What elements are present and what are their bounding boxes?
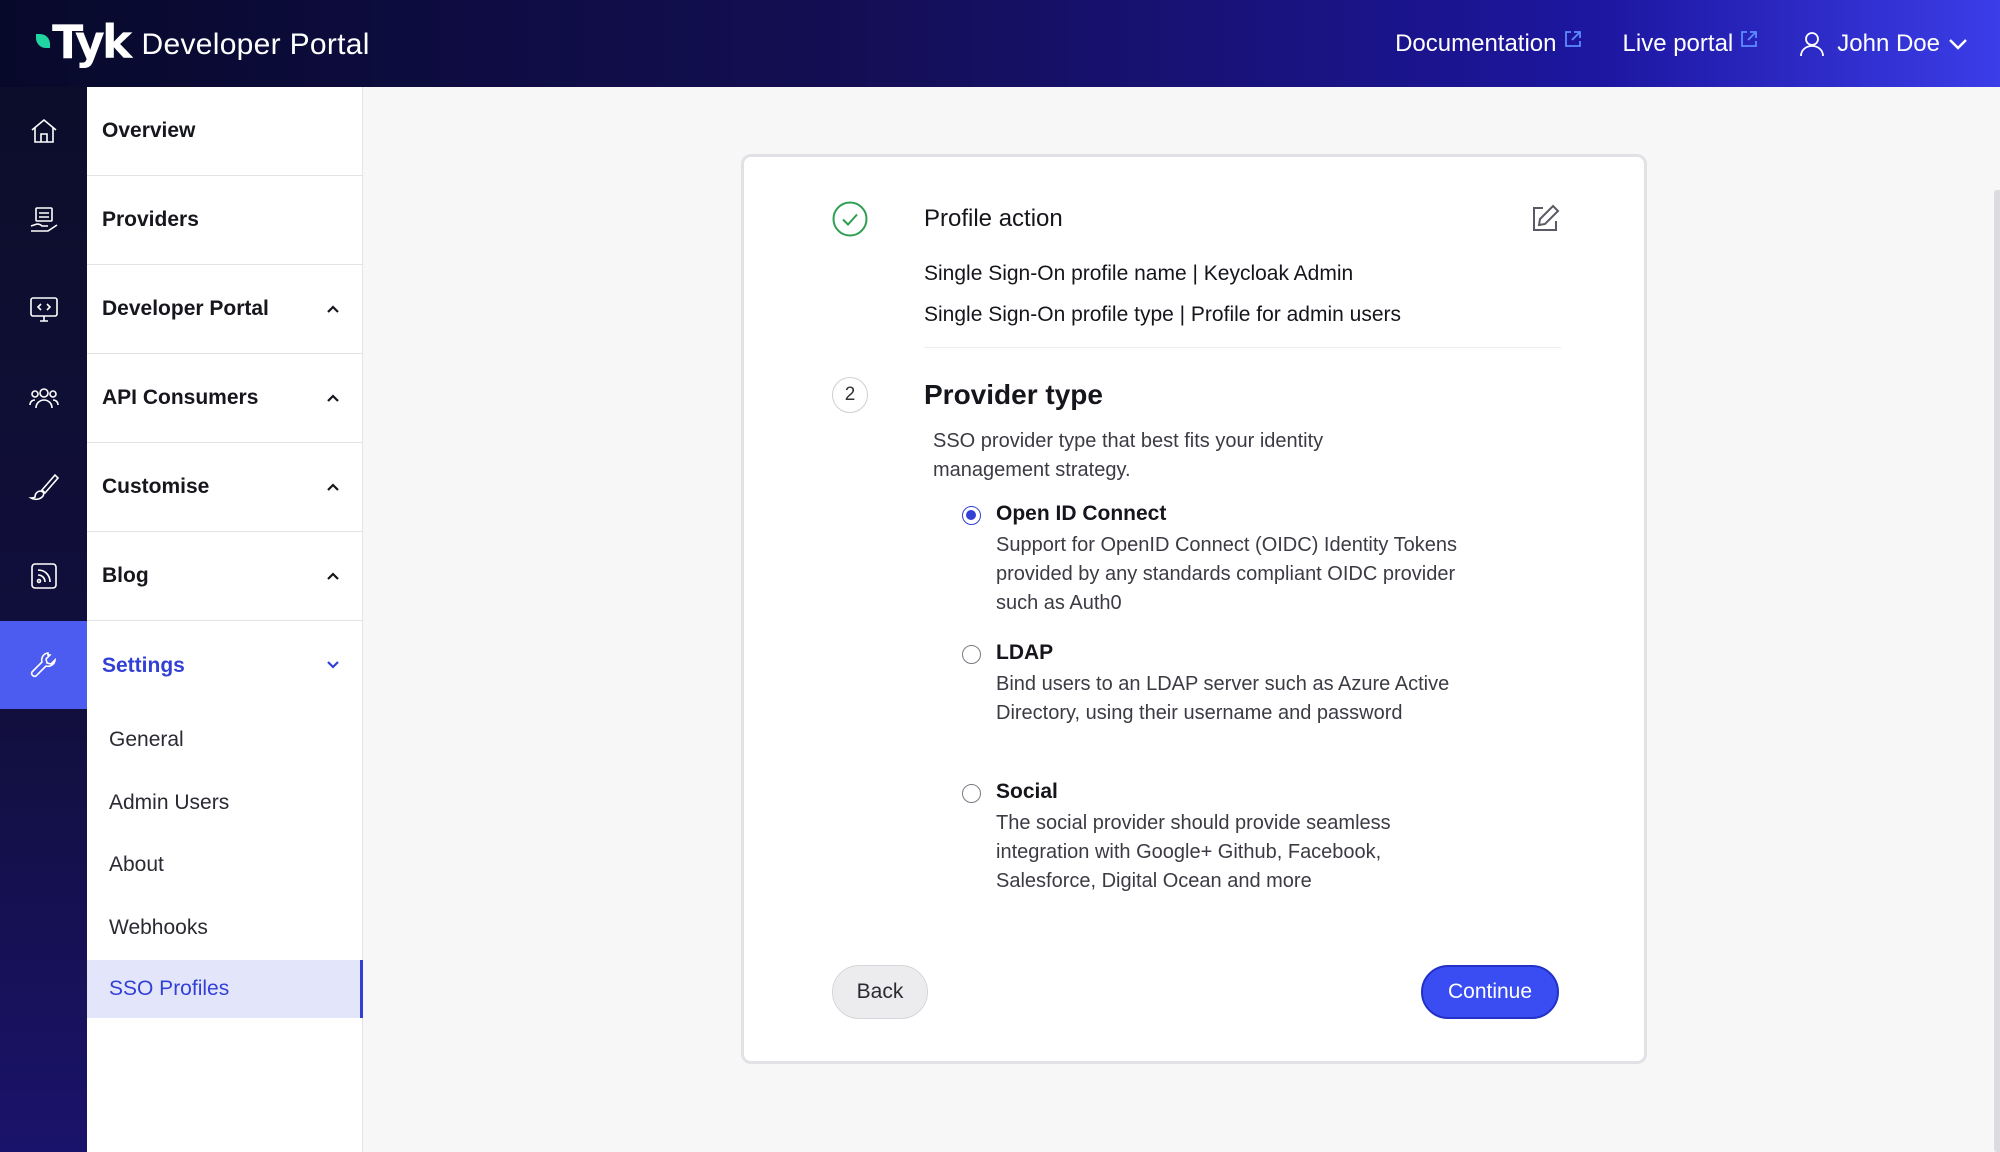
sidebar-subitem-sso-profiles[interactable]: SSO Profiles	[87, 960, 363, 1018]
sidebar-item-label: Blog	[102, 564, 149, 587]
option-title: LDAP	[996, 641, 1054, 664]
sidebar-subitem-general[interactable]: General	[87, 711, 363, 769]
sidebar-item-customise[interactable]: Customise	[87, 443, 363, 532]
sidebar-item-label: Settings	[102, 653, 185, 677]
home-icon	[30, 118, 57, 143]
external-link-icon	[1741, 30, 1758, 47]
rail-blog[interactable]	[0, 532, 87, 620]
option-title: Open ID Connect	[996, 502, 1167, 525]
edit-icon[interactable]	[1529, 203, 1561, 235]
documentation-label: Documentation	[1395, 29, 1557, 57]
step2-number: 2	[832, 377, 868, 413]
sidebar-item-label: API Consumers	[102, 386, 259, 409]
monitor-code-icon	[29, 297, 58, 322]
top-nav: Documentation Live portal John Doe	[1355, 0, 1968, 87]
logo-word: Tyk	[52, 15, 132, 69]
sidebar-item-blog[interactable]: Blog	[87, 532, 363, 621]
option-description: The social provider should provide seaml…	[996, 812, 1391, 892]
rail-customise[interactable]	[0, 443, 87, 531]
back-button[interactable]: Back	[832, 965, 928, 1019]
step1-title: Profile action	[924, 205, 1063, 232]
sidebar-subitem-admin-users[interactable]: Admin Users	[87, 774, 363, 832]
sidebar-item-providers[interactable]: Providers	[87, 176, 363, 265]
chevron-down-icon	[1949, 38, 1967, 50]
sidebar-item-settings[interactable]: Settings	[87, 621, 363, 710]
rail-overview[interactable]	[0, 87, 87, 175]
logo-mark: Tyk	[36, 15, 132, 69]
rss-icon	[30, 563, 57, 589]
paintbrush-icon	[27, 473, 59, 501]
sidebar: Overview Providers Developer Portal API …	[87, 87, 363, 1152]
documentation-link[interactable]: Documentation	[1395, 30, 1582, 58]
sidebar-item-label: Providers	[102, 208, 199, 231]
radio-social[interactable]	[962, 784, 981, 803]
server-hand-icon	[30, 207, 57, 232]
sidebar-item-label: Customise	[102, 475, 210, 498]
sidebar-subitem-label: General	[109, 728, 184, 751]
step2-description: SSO provider type that best fits your id…	[933, 430, 1324, 481]
sidebar-item-overview[interactable]: Overview	[87, 87, 363, 176]
continue-button[interactable]: Continue	[1421, 965, 1559, 1019]
logo-leaf-icon	[36, 34, 50, 48]
chevron-up-icon	[327, 305, 339, 313]
option-description: Support for OpenID Connect (OIDC) Identi…	[996, 534, 1457, 614]
user-icon	[1800, 31, 1825, 56]
summary-profile-type: Single Sign-On profile type | Profile fo…	[924, 303, 1402, 326]
scrollbar[interactable]	[1994, 190, 2000, 1152]
top-bar: Tyk Developer Portal Documentation Live …	[0, 0, 2000, 87]
users-icon	[28, 388, 59, 409]
divider	[924, 347, 1561, 348]
option-description: Bind users to an LDAP server such as Azu…	[996, 673, 1450, 724]
rail-settings[interactable]	[0, 621, 87, 709]
logo[interactable]: Tyk Developer Portal	[36, 16, 370, 68]
sso-profile-wizard-card: Profile action Single Sign-On profile na…	[741, 154, 1647, 1064]
external-link-icon	[1564, 30, 1581, 47]
wrench-icon	[30, 652, 56, 678]
logo-subtitle: Developer Portal	[141, 28, 370, 61]
live-portal-link[interactable]: Live portal	[1623, 30, 1760, 58]
step-complete-check-icon	[832, 201, 868, 237]
sidebar-item-api-consumers[interactable]: API Consumers	[87, 354, 363, 443]
sidebar-subitem-webhooks[interactable]: Webhooks	[87, 899, 363, 957]
live-portal-label: Live portal	[1622, 29, 1734, 57]
summary-profile-name: Single Sign-On profile name | Keycloak A…	[924, 262, 1354, 285]
rail-developer-portal[interactable]	[0, 265, 87, 353]
rail-providers[interactable]	[0, 176, 87, 264]
sidebar-item-label: Developer Portal	[102, 297, 269, 320]
icon-rail	[0, 87, 87, 1152]
sidebar-item-developer-portal[interactable]: Developer Portal	[87, 265, 363, 354]
user-menu[interactable]: John Doe	[1799, 30, 1968, 58]
sidebar-subitem-label: Admin Users	[109, 791, 230, 814]
sidebar-subitem-label: SSO Profiles	[109, 977, 230, 1000]
chevron-up-icon	[327, 483, 339, 491]
rail-api-consumers[interactable]	[0, 354, 87, 442]
sidebar-item-label: Overview	[102, 119, 196, 142]
sidebar-subitem-label: Webhooks	[109, 916, 208, 939]
option-title: Social	[996, 780, 1058, 803]
step2-title: Provider type	[924, 379, 1103, 410]
radio-openid-connect[interactable]	[962, 506, 981, 525]
chevron-up-icon	[327, 572, 339, 580]
chevron-up-icon	[327, 394, 339, 402]
user-name: John Doe	[1837, 29, 1940, 57]
sidebar-subitem-label: About	[109, 853, 164, 876]
radio-ldap[interactable]	[962, 645, 981, 664]
sidebar-subitem-about[interactable]: About	[87, 836, 363, 894]
chevron-down-icon	[327, 661, 339, 669]
